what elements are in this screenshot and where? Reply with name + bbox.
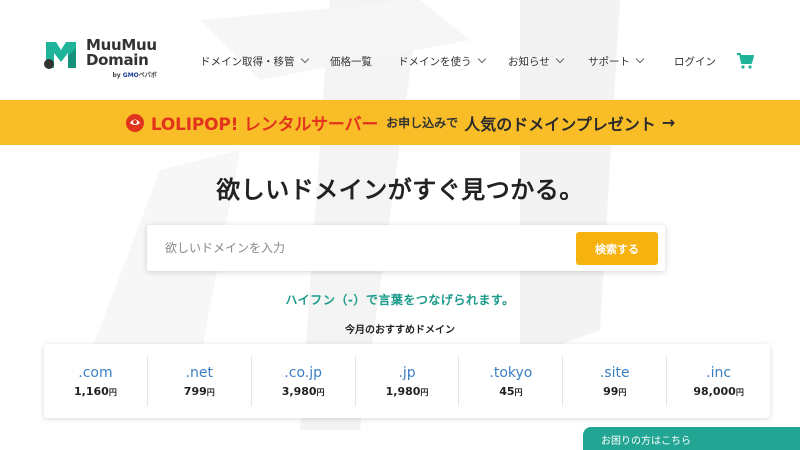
domain-item-net[interactable]: .net 799円 bbox=[148, 356, 252, 406]
domain-search-input[interactable] bbox=[165, 233, 565, 263]
chevron-down-icon bbox=[477, 54, 486, 64]
logo-by-text: by bbox=[112, 72, 121, 79]
logo-by-suffix: ペパボ bbox=[138, 72, 157, 79]
domain-tld: .co.jp bbox=[284, 364, 322, 381]
price-value: 45 bbox=[499, 384, 515, 398]
domain-item-cojp[interactable]: .co.jp 3,980円 bbox=[252, 356, 356, 406]
domain-price: 1,980円 bbox=[386, 385, 429, 398]
banner-highlight-text: 人気のドメインプレゼント bbox=[464, 114, 656, 134]
logo-mark-icon bbox=[42, 38, 80, 72]
hyphen-hint: ハイフン（-）で言葉をつなげられます。 bbox=[285, 293, 515, 307]
domain-price: 799円 bbox=[184, 385, 215, 398]
arrow-right-icon: → bbox=[661, 113, 676, 132]
price-value: 98,000 bbox=[693, 384, 736, 398]
price-unit: 円 bbox=[316, 387, 325, 397]
domain-price: 1,160円 bbox=[74, 385, 117, 398]
price-value: 799 bbox=[183, 384, 207, 398]
price-value: 1,980 bbox=[385, 384, 421, 398]
price-unit: 円 bbox=[514, 387, 523, 397]
logo-byline: by GMOペパボ bbox=[86, 70, 157, 79]
logo-by-brand: GMO bbox=[122, 72, 139, 79]
recommended-title: 今月のおすすめドメイン bbox=[345, 325, 455, 336]
domain-item-tokyo[interactable]: .tokyo 45円 bbox=[459, 356, 564, 406]
help-tab[interactable]: お困りの方はこちら bbox=[583, 427, 800, 450]
price-value: 99 bbox=[603, 384, 619, 398]
domain-item-site[interactable]: .site 99円 bbox=[563, 356, 668, 406]
price-unit: 円 bbox=[206, 387, 215, 397]
domain-tld: .tokyo bbox=[489, 364, 533, 381]
site-header: MuuMuu Domain by GMOペパボ ドメイン取得・移管 価格一覧 ド… bbox=[0, 0, 800, 100]
domain-price: 98,000円 bbox=[693, 385, 743, 398]
price-value: 3,980 bbox=[281, 384, 317, 398]
domain-tld: .net bbox=[185, 364, 213, 381]
domain-price: 99円 bbox=[603, 385, 626, 398]
chevron-down-icon bbox=[555, 54, 565, 64]
muumuu-logo[interactable]: MuuMuu Domain by GMOペパボ bbox=[42, 38, 172, 84]
domain-tld: .site bbox=[599, 364, 630, 381]
nav-news[interactable]: お知らせ bbox=[508, 54, 588, 69]
nav-domain-acquire[interactable]: ドメイン取得・移管 bbox=[200, 54, 330, 69]
price-unit: 円 bbox=[618, 387, 627, 397]
nav-login[interactable]: ログイン bbox=[674, 54, 734, 69]
lolipop-brand-text: LOLIPOP! レンタルサーバー bbox=[150, 115, 379, 135]
chevron-down-icon bbox=[635, 54, 645, 64]
domain-tld: .inc bbox=[706, 364, 732, 381]
main-nav: ドメイン取得・移管 価格一覧 ドメインを使う お知らせ サポート ログイン bbox=[200, 52, 734, 70]
nav-use-domain[interactable]: ドメインを使う bbox=[398, 54, 508, 69]
search-button[interactable]: 検索する bbox=[576, 232, 658, 265]
nav-label: ログイン bbox=[674, 55, 716, 68]
nav-label: ドメインを使う bbox=[398, 55, 472, 68]
cart-icon[interactable] bbox=[736, 52, 754, 70]
nav-label: サポート bbox=[588, 55, 630, 68]
logo-line-2: Domain bbox=[86, 51, 149, 69]
lolipop-promo-banner[interactable]: LOLIPOP! レンタルサーバー お申し込みで 人気のドメインプレゼント → bbox=[0, 100, 800, 145]
nav-label: 価格一覧 bbox=[330, 55, 372, 68]
nav-label: ドメイン取得・移管 bbox=[200, 55, 295, 68]
domain-tld: .com bbox=[78, 364, 113, 381]
hero-title: 欲しいドメインがすぐ見つかる。 bbox=[216, 176, 584, 204]
banner-middle-text: お申し込みで bbox=[386, 116, 459, 130]
domain-price: 3,980円 bbox=[282, 385, 325, 398]
domain-item-inc[interactable]: .inc 98,000円 bbox=[667, 356, 770, 406]
chevron-down-icon bbox=[300, 54, 309, 64]
price-value: 1,160 bbox=[74, 384, 109, 398]
price-unit: 円 bbox=[108, 387, 117, 397]
domain-price: 45円 bbox=[499, 385, 522, 398]
nav-support[interactable]: サポート bbox=[588, 54, 674, 69]
price-unit: 円 bbox=[420, 387, 429, 397]
domain-item-jp[interactable]: .jp 1,980円 bbox=[356, 356, 460, 406]
nav-price-list[interactable]: 価格一覧 bbox=[330, 54, 398, 69]
price-unit: 円 bbox=[735, 387, 744, 397]
nav-label: お知らせ bbox=[508, 55, 550, 68]
domain-search-box: 検索する bbox=[147, 225, 665, 271]
domain-tld: .jp bbox=[398, 364, 416, 381]
recommended-domains-list: .com 1,160円 .net 799円 .co.jp 3,980円 .jp … bbox=[44, 344, 770, 418]
lolipop-logo-icon bbox=[125, 113, 145, 133]
domain-item-com[interactable]: .com 1,160円 bbox=[44, 356, 148, 406]
